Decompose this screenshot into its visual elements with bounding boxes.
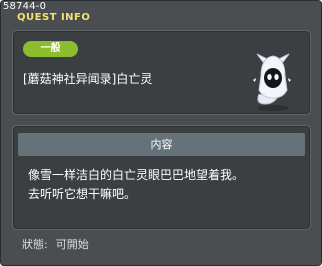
quest-summary-panel: 一般 [蘑菇神社异闻录]白亡灵 bbox=[12, 30, 311, 115]
status-value: 可開始 bbox=[55, 238, 89, 251]
window-title: QUEST INFO bbox=[17, 12, 91, 23]
quest-category-badge: 一般 bbox=[23, 41, 78, 57]
status-label: 狀態: bbox=[22, 238, 48, 251]
quest-status: 狀態: 可開始 bbox=[22, 237, 89, 253]
description-line: 去听听它想干嘛吧。 bbox=[28, 187, 137, 201]
content-section-header: 内容 bbox=[18, 133, 305, 156]
quest-content-panel: 内容 像雪一样洁白的白亡灵眼巴巴地望着我。 去听听它想干嘛吧。 bbox=[12, 125, 311, 230]
description-line: 像雪一样洁白的白亡灵眼巴巴地望着我。 bbox=[28, 168, 245, 182]
white-ghost-npc-icon bbox=[253, 53, 291, 111]
quest-info-window: 58744-0 QUEST INFO 一般 [蘑菇神社异闻录]白亡灵 内容 像雪… bbox=[0, 0, 322, 266]
quest-name: [蘑菇神社异闻录]白亡灵 bbox=[23, 72, 153, 86]
quest-description: 像雪一样洁白的白亡灵眼巴巴地望着我。 去听听它想干嘛吧。 bbox=[28, 166, 300, 204]
